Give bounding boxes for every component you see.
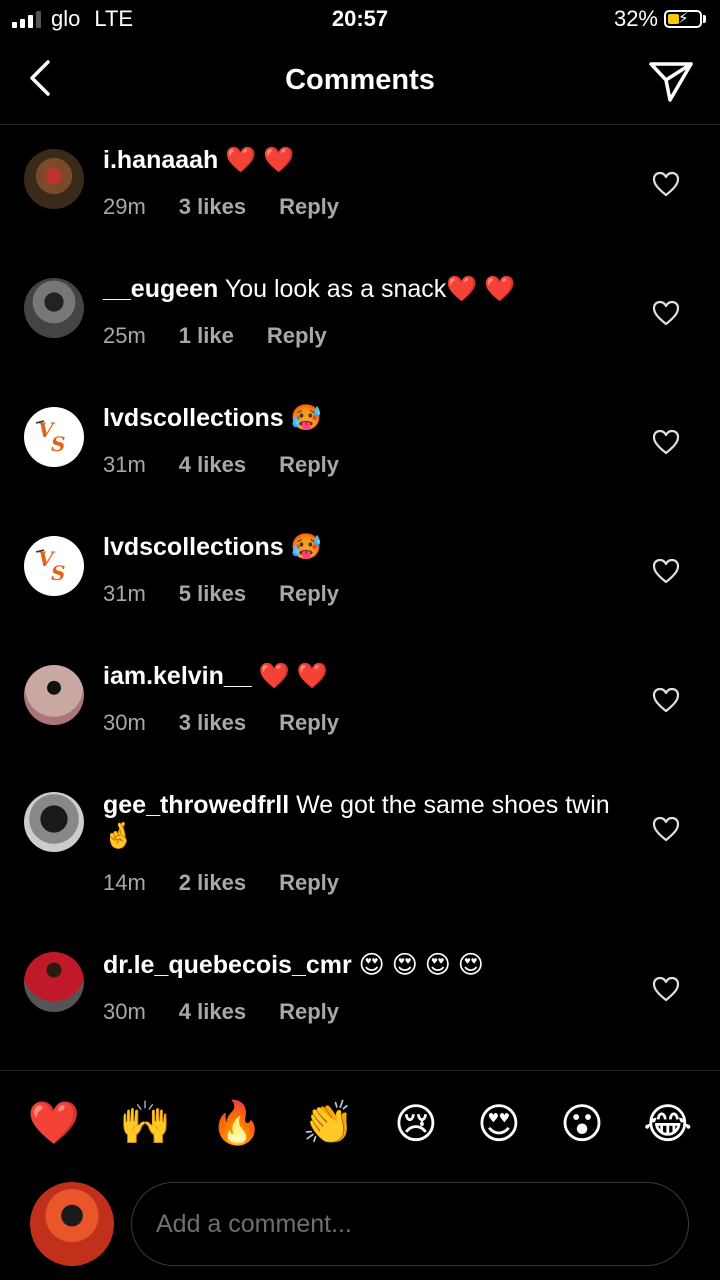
reply-button[interactable]: Reply	[267, 320, 327, 351]
comment-text: You look as a snack❤️ ❤️	[218, 275, 516, 303]
battery-icon: ⚡	[664, 10, 702, 28]
comment-text: 🥵	[283, 404, 322, 432]
comment-username[interactable]: iam.kelvin__	[103, 662, 252, 690]
heart-icon[interactable]	[652, 816, 680, 842]
svg-text:S: S	[51, 432, 65, 456]
heart-icon[interactable]	[652, 687, 680, 713]
page-title: Comments	[285, 64, 435, 96]
lvs-logo-icon: V S	[35, 418, 65, 456]
comment-username[interactable]: __eugeen	[103, 275, 218, 303]
heart-icon[interactable]	[652, 171, 680, 197]
reaction-surprised[interactable]: 😮	[560, 1099, 604, 1148]
comment-likes[interactable]: 1 like	[179, 320, 234, 351]
status-right: 32% ⚡	[614, 6, 706, 32]
comment-composer	[0, 1180, 720, 1270]
avatar[interactable]	[24, 149, 84, 209]
reply-button[interactable]: Reply	[279, 578, 339, 609]
comment-time: 31m	[103, 581, 146, 606]
avatar[interactable]	[24, 665, 84, 725]
comment-username[interactable]: i.hanaaah	[103, 146, 218, 174]
reaction-crying[interactable]: 😢	[394, 1099, 438, 1148]
comment-username[interactable]: lvdscollections	[103, 404, 284, 432]
reaction-fire[interactable]: 🔥	[211, 1099, 263, 1148]
avatar[interactable]: V S	[24, 407, 84, 467]
reply-button[interactable]: Reply	[279, 867, 339, 898]
reaction-heart-eyes[interactable]: 😍	[477, 1099, 521, 1148]
comment-username[interactable]: dr.le_quebecois_cmr	[103, 951, 352, 979]
heart-icon[interactable]	[652, 976, 680, 1002]
avatar[interactable]	[24, 278, 84, 338]
comment-text: ❤️ ❤️	[218, 146, 295, 174]
comment-likes[interactable]: 3 likes	[179, 707, 246, 738]
lvs-logo-icon: V S	[35, 547, 65, 585]
clock: 20:57	[331, 6, 389, 31]
reaction-laughing[interactable]: 😂	[643, 1099, 692, 1148]
avatar[interactable]: V S	[24, 536, 84, 596]
reaction-clap[interactable]: 👏	[302, 1099, 354, 1148]
comment-time: 14m	[103, 870, 146, 895]
comment-time: 25m	[103, 323, 146, 348]
comment-username[interactable]: lvdscollections	[103, 533, 284, 561]
reply-button[interactable]: Reply	[279, 707, 339, 738]
heart-icon[interactable]	[652, 300, 680, 326]
comment-text: 🥵	[283, 533, 322, 561]
comment-text: 😍 😍 😍 😍	[351, 951, 484, 979]
reaction-raising-hands[interactable]: 🙌	[119, 1099, 171, 1148]
comment-time: 29m	[103, 194, 146, 219]
comment-text: ❤️ ❤️	[251, 662, 328, 690]
reply-button[interactable]: Reply	[279, 996, 339, 1027]
comment-input[interactable]	[131, 1182, 689, 1266]
battery-percent: 32%	[613, 6, 658, 31]
comment-likes[interactable]: 4 likes	[179, 449, 246, 480]
quick-reactions-bar: ❤️ 🙌 🔥 👏 😢 😍 😮 😂	[0, 1070, 720, 1176]
comment-time: 31m	[103, 452, 146, 477]
paper-plane-icon[interactable]	[648, 58, 694, 104]
reaction-heart[interactable]: ❤️	[28, 1099, 80, 1148]
current-user-avatar[interactable]	[30, 1182, 114, 1266]
nav-bar: Comments	[0, 40, 720, 125]
comment-likes[interactable]: 4 likes	[179, 996, 246, 1027]
svg-text:S: S	[51, 561, 65, 585]
comment-time: 30m	[103, 999, 146, 1024]
reply-button[interactable]: Reply	[279, 449, 339, 480]
reply-button[interactable]: Reply	[279, 191, 339, 222]
status-bar: glo LTE 20:57 32% ⚡	[0, 0, 720, 40]
comment-likes[interactable]: 5 likes	[179, 578, 246, 609]
comment-time: 30m	[103, 710, 146, 735]
comment-likes[interactable]: 2 likes	[179, 867, 246, 898]
heart-icon[interactable]	[652, 429, 680, 455]
heart-icon[interactable]	[652, 558, 680, 584]
comment-username[interactable]: gee_throwedfrll	[103, 791, 289, 819]
comment-likes[interactable]: 3 likes	[179, 191, 246, 222]
avatar[interactable]	[24, 952, 84, 1012]
avatar[interactable]	[24, 792, 84, 852]
